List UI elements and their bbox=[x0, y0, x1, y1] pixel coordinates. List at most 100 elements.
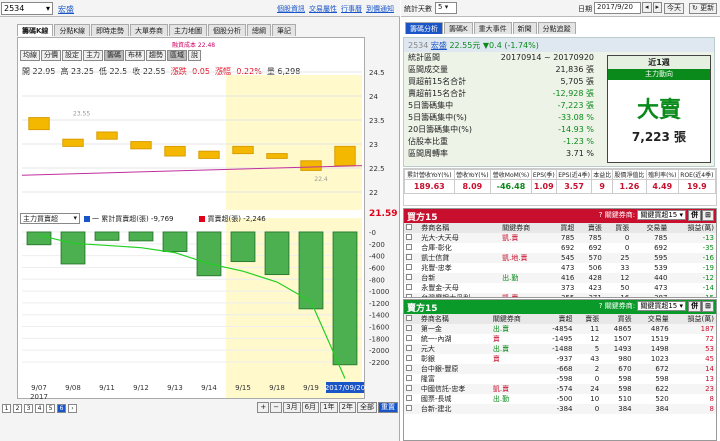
tab-chip-analysis[interactable]: 籌碼分析 bbox=[405, 22, 443, 34]
zoom-out-icon[interactable]: − bbox=[270, 402, 283, 413]
help-icon[interactable]: ? bbox=[599, 211, 603, 219]
row-checkbox[interactable] bbox=[404, 293, 420, 297]
tab-events[interactable]: 重大事件 bbox=[473, 22, 512, 34]
expand-icon[interactable]: ⊞ bbox=[702, 210, 714, 221]
row-checkbox[interactable] bbox=[404, 263, 419, 273]
column-header[interactable]: 關鍵券商 bbox=[500, 223, 549, 233]
net-bar[interactable] bbox=[26, 231, 52, 246]
merge-icon[interactable]: 併 bbox=[688, 301, 702, 312]
tab-branch-track[interactable]: 分點追蹤 bbox=[537, 22, 576, 34]
page-3[interactable]: 3 bbox=[24, 403, 33, 413]
merge-icon[interactable]: 併 bbox=[688, 210, 702, 221]
column-header[interactable]: 交易量 bbox=[631, 223, 670, 233]
table-row[interactable]: 台中銀-豐原 -668 2 670 672 14 bbox=[404, 364, 716, 374]
row-checkbox[interactable] bbox=[404, 334, 419, 344]
table-cell[interactable]: 永豐金-天母 bbox=[419, 283, 500, 293]
page-2[interactable]: 2 bbox=[13, 403, 22, 413]
table-row[interactable]: 台新 出.勤 416 428 12 440 -12 bbox=[404, 273, 716, 283]
column-header[interactable]: 券商名稱 bbox=[419, 223, 501, 233]
row-checkbox[interactable] bbox=[404, 344, 419, 354]
column-header[interactable]: 損益(萬) bbox=[669, 223, 716, 233]
candle[interactable] bbox=[300, 160, 322, 171]
zoom-reset[interactable]: 重置 bbox=[378, 402, 398, 413]
table-row[interactable]: 隆富 -598 0 598 598 13 bbox=[404, 374, 716, 384]
row-checkbox[interactable] bbox=[404, 233, 420, 243]
net-bar[interactable] bbox=[332, 231, 358, 366]
table-cell[interactable]: 統一-內湖 bbox=[419, 334, 491, 344]
column-header[interactable]: 券商名稱 bbox=[418, 314, 491, 324]
stock-name-link[interactable]: 宏盛 bbox=[58, 4, 74, 15]
indicator-select[interactable]: 主力買賣超 ▾ bbox=[20, 213, 80, 224]
candle[interactable] bbox=[130, 141, 152, 150]
zoom-3m[interactable]: 3月 bbox=[283, 402, 301, 413]
column-header[interactable]: 買超 bbox=[548, 223, 577, 233]
summary-name[interactable]: 宏盛 bbox=[431, 41, 447, 50]
row-checkbox[interactable] bbox=[404, 273, 420, 283]
table-cell[interactable]: 合庫-彰化 bbox=[419, 243, 500, 253]
table-cell[interactable]: 中國信託-忠孝 bbox=[418, 384, 491, 394]
column-header[interactable]: 損益(萬) bbox=[670, 314, 716, 324]
tab-chip-k2[interactable]: 籌碼K bbox=[444, 22, 473, 34]
link-price-alert[interactable]: 到價通知 bbox=[366, 4, 394, 14]
select-all-checkbox[interactable] bbox=[404, 314, 419, 324]
chevron-down-icon[interactable]: ▾ bbox=[73, 214, 77, 222]
column-header[interactable]: 關鍵券商 bbox=[490, 314, 539, 324]
sell-broker-select[interactable]: 關鍵買超15 ▾ bbox=[637, 301, 686, 311]
candle[interactable] bbox=[28, 117, 50, 131]
net-bar[interactable] bbox=[128, 231, 154, 242]
table-row[interactable]: 合庫-彰化 692 692 0 692 -35 bbox=[404, 243, 716, 253]
net-bar[interactable] bbox=[162, 231, 188, 252]
table-row[interactable]: 光大-大天母 凱.賣 785 785 0 785 -13 bbox=[404, 233, 716, 243]
page-1[interactable]: 1 bbox=[2, 403, 11, 413]
row-checkbox[interactable] bbox=[404, 374, 419, 384]
table-row[interactable]: 統一-內湖賣 -1495 12 1507 1519 72 bbox=[404, 334, 716, 344]
help-icon[interactable]: ? bbox=[599, 302, 603, 310]
row-checkbox[interactable] bbox=[404, 243, 419, 253]
row-checkbox[interactable] bbox=[404, 384, 419, 394]
candle[interactable] bbox=[198, 150, 220, 159]
table-cell[interactable]: 兆豐-忠孝 bbox=[419, 263, 500, 273]
row-checkbox[interactable] bbox=[404, 394, 419, 404]
page-5[interactable]: 5 bbox=[46, 403, 55, 413]
row-checkbox[interactable] bbox=[404, 324, 419, 334]
column-header[interactable]: 賣超 bbox=[538, 314, 575, 324]
tab-notes[interactable]: 筆記 bbox=[272, 24, 297, 36]
column-header[interactable]: 買張 bbox=[603, 223, 632, 233]
table-row[interactable]: 兆豐-忠孝 473 506 33 539 -19 bbox=[404, 263, 716, 273]
today-button[interactable]: 今天 bbox=[664, 3, 684, 14]
stat-days-select[interactable]: 5 ▾ bbox=[435, 2, 457, 14]
table-cell[interactable]: 台灣摩根士丹利 bbox=[419, 293, 501, 297]
net-bar[interactable] bbox=[60, 231, 86, 265]
chevron-down-icon[interactable]: ▾ bbox=[46, 4, 50, 13]
tab-main-map[interactable]: 主力地圖 bbox=[169, 24, 208, 36]
page-6[interactable]: 6 bbox=[57, 403, 66, 413]
zoom-6m[interactable]: 6月 bbox=[301, 402, 320, 413]
stock-code-input[interactable]: 2534 ▾ bbox=[1, 2, 53, 15]
chevron-right-icon[interactable]: › bbox=[68, 403, 77, 413]
expand-icon[interactable]: ⊞ bbox=[702, 301, 714, 312]
zoom-in-icon[interactable]: + bbox=[257, 402, 270, 413]
table-row[interactable]: 凱士信貸 凱.地.賣 545 570 25 595 -16 bbox=[404, 253, 716, 263]
date-input[interactable]: 2017/9/20 bbox=[594, 2, 641, 14]
select-all-checkbox[interactable] bbox=[404, 223, 420, 233]
column-header[interactable]: 交易量 bbox=[633, 314, 671, 324]
candle[interactable] bbox=[164, 145, 186, 157]
candle[interactable] bbox=[62, 138, 84, 147]
net-bar[interactable] bbox=[230, 231, 256, 263]
tab-overview[interactable]: 總綱 bbox=[247, 24, 272, 36]
row-checkbox[interactable] bbox=[404, 354, 419, 364]
tab-news[interactable]: 新聞 bbox=[512, 22, 537, 34]
link-stock-info[interactable]: 個股資訊 bbox=[277, 4, 305, 14]
refresh-button[interactable]: ↻ 更新 bbox=[689, 3, 718, 14]
date-next-icon[interactable]: ▸ bbox=[652, 2, 663, 13]
table-row[interactable]: 彰銀賣 -937 43 980 1023 45 bbox=[404, 354, 716, 364]
table-cell[interactable]: 彰銀 bbox=[419, 354, 491, 364]
tab-stock-analysis[interactable]: 個股分析 bbox=[208, 24, 247, 36]
table-row[interactable]: 台新-建北 -384 0 384 384 8 bbox=[404, 404, 716, 414]
tab-big-broker[interactable]: 大單券商 bbox=[130, 24, 169, 36]
column-header[interactable]: 賣張 bbox=[574, 314, 602, 324]
row-checkbox[interactable] bbox=[404, 364, 419, 374]
link-trade-attr[interactable]: 交易屬性 bbox=[309, 4, 337, 14]
tab-chip-k[interactable]: 籌碼K線 bbox=[17, 24, 54, 36]
row-checkbox[interactable] bbox=[404, 404, 419, 414]
